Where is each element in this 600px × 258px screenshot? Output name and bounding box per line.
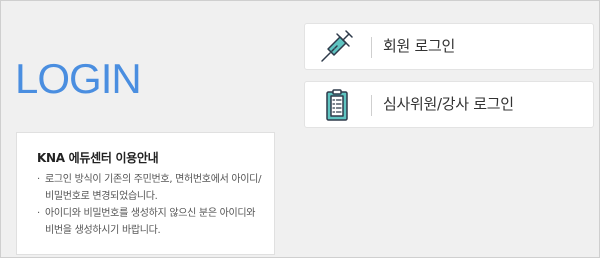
notice-item: 로그인 방식이 기존의 주민번호, 면허번호에서 아이디/비밀번호로 변경되었습…	[37, 171, 262, 205]
member-login-label: 회원 로그인	[383, 37, 455, 55]
notice-title: KNA 에듀센터 이용안내	[37, 151, 159, 165]
notice-box: KNA 에듀센터 이용안내 로그인 방식이 기존의 주민번호, 면허번호에서 아…	[16, 132, 275, 255]
page-title: LOGIN	[15, 55, 142, 102]
member-login-button[interactable]: 회원 로그인	[304, 23, 594, 70]
notice-list: 로그인 방식이 기존의 주민번호, 면허번호에서 아이디/비밀번호로 변경되었습…	[37, 171, 262, 239]
clipboard-icon	[319, 88, 355, 122]
button-divider	[371, 37, 372, 58]
button-divider	[371, 95, 372, 116]
syringe-icon	[319, 30, 355, 64]
judge-instructor-login-label: 심사위원/강사 로그인	[383, 95, 514, 113]
login-panel: LOGIN KNA 에듀센터 이용안내 로그인 방식이 기존의 주민번호, 면허…	[0, 0, 600, 258]
notice-item: 아이디와 비밀번호를 생성하지 않으신 분은 아이디와 비번을 생성하시기 바랍…	[37, 205, 262, 239]
judge-instructor-login-button[interactable]: 심사위원/강사 로그인	[304, 81, 594, 128]
